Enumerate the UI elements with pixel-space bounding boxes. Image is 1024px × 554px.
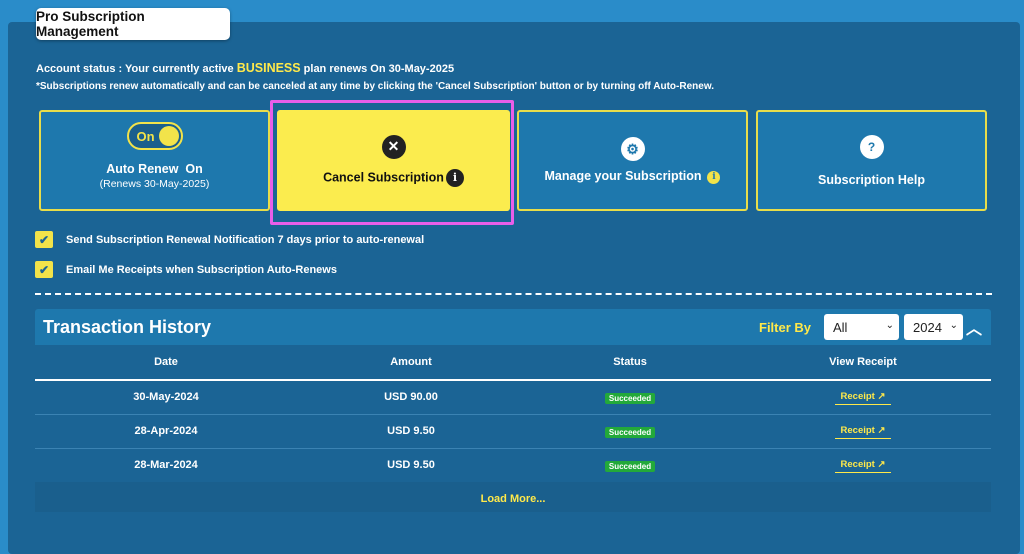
section-divider bbox=[35, 293, 992, 295]
row-amount: USD 9.50 bbox=[387, 459, 435, 471]
filter-label: Filter By bbox=[759, 320, 812, 335]
filter-type-value: All bbox=[833, 319, 848, 335]
account-status-prefix: Account status : Your currently active bbox=[36, 63, 237, 75]
status-badge: Succeeded bbox=[604, 393, 656, 404]
email-receipts-option: ✔ Email Me Receipts when Subscription Au… bbox=[35, 261, 337, 278]
gear-icon: ⚙ bbox=[620, 137, 645, 162]
table-row: 30-May-2024 USD 90.00 Succeeded Receipt … bbox=[35, 381, 991, 415]
close-icon: ✕ bbox=[381, 134, 406, 159]
checkbox-label: Send Subscription Renewal Notification 7… bbox=[66, 233, 425, 246]
filter-year-select[interactable]: 2024 ⌄ bbox=[904, 314, 963, 340]
filter-type-select[interactable]: All ⌄ bbox=[824, 314, 899, 340]
transaction-history-title: Transaction History bbox=[43, 317, 212, 337]
status-badge: Succeeded bbox=[604, 461, 656, 472]
load-more-button[interactable]: Load More... bbox=[35, 482, 991, 512]
external-link-icon: ↗ bbox=[877, 425, 886, 436]
chevron-down-icon: ⌄ bbox=[885, 320, 894, 331]
row-date: 28-Mar-2024 bbox=[134, 459, 198, 471]
account-status: Account status : Your currently active B… bbox=[36, 61, 454, 75]
column-status: Status bbox=[613, 356, 647, 368]
status-badge: Succeeded bbox=[604, 427, 656, 438]
page-title-tab[interactable]: Pro Subscription Management bbox=[36, 8, 230, 40]
receipt-link[interactable]: Receipt ↗ bbox=[834, 425, 892, 439]
transaction-history-header: Transaction History Filter By All ⌄ 2024… bbox=[35, 309, 991, 345]
manage-subscription-button[interactable]: ⚙ Manage your Subscription i bbox=[517, 110, 748, 211]
email-receipts-checkbox[interactable]: ✔ bbox=[35, 261, 53, 278]
receipt-label: Receipt bbox=[840, 459, 875, 470]
row-amount: USD 90.00 bbox=[384, 391, 438, 403]
receipt-label: Receipt bbox=[840, 391, 875, 402]
info-icon[interactable]: i bbox=[445, 168, 464, 187]
column-amount: Amount bbox=[390, 356, 432, 368]
row-date: 28-Apr-2024 bbox=[134, 425, 198, 437]
account-status-suffix: plan renews On 30-May-2025 bbox=[300, 63, 455, 75]
checkbox-label: Email Me Receipts when Subscription Auto… bbox=[66, 263, 337, 276]
auto-renew-subtitle: (Renews 30-May-2025) bbox=[99, 177, 210, 190]
renewal-notification-option: ✔ Send Subscription Renewal Notification… bbox=[35, 231, 424, 248]
receipt-link[interactable]: Receipt ↗ bbox=[834, 391, 892, 405]
subscription-help-button[interactable]: ? Subscription Help bbox=[756, 110, 987, 211]
table-row: 28-Apr-2024 USD 9.50 Succeeded Receipt ↗ bbox=[35, 415, 991, 449]
renewal-notification-checkbox[interactable]: ✔ bbox=[35, 231, 53, 248]
external-link-icon: ↗ bbox=[877, 459, 886, 470]
table-header: Date Amount Status View Receipt bbox=[35, 349, 991, 381]
toggle-label: On bbox=[136, 128, 155, 144]
filter-year-value: 2024 bbox=[913, 319, 942, 335]
row-date: 30-May-2024 bbox=[133, 391, 199, 403]
column-receipt: View Receipt bbox=[829, 356, 897, 368]
question-icon: ? bbox=[859, 134, 884, 159]
auto-renew-title: Auto Renew On bbox=[106, 161, 203, 176]
external-link-icon: ↗ bbox=[877, 391, 886, 402]
receipt-label: Receipt bbox=[840, 425, 875, 436]
manage-subscription-label: Manage your Subscription bbox=[544, 169, 702, 184]
auto-renew-card: On Auto Renew On (Renews 30-May-2025) bbox=[39, 110, 270, 211]
plan-name: BUSINESS bbox=[236, 61, 301, 75]
cancel-subscription-label: Cancel Subscription bbox=[323, 169, 444, 184]
chevron-up-icon[interactable]: ︿ bbox=[966, 315, 982, 339]
receipt-link[interactable]: Receipt ↗ bbox=[834, 459, 892, 473]
auto-renew-toggle[interactable]: On bbox=[126, 121, 183, 150]
info-icon[interactable]: i bbox=[707, 170, 721, 184]
toggle-knob bbox=[158, 125, 179, 146]
chevron-down-icon: ⌄ bbox=[949, 320, 958, 331]
column-date: Date bbox=[154, 356, 178, 368]
renewal-note: *Subscriptions renew automatically and c… bbox=[36, 81, 715, 92]
row-amount: USD 9.50 bbox=[387, 425, 435, 437]
table-row: 28-Mar-2024 USD 9.50 Succeeded Receipt ↗ bbox=[35, 449, 991, 482]
subscription-help-label: Subscription Help bbox=[818, 172, 925, 187]
cancel-subscription-button[interactable]: ✕ Cancel Subscription i bbox=[277, 110, 510, 211]
